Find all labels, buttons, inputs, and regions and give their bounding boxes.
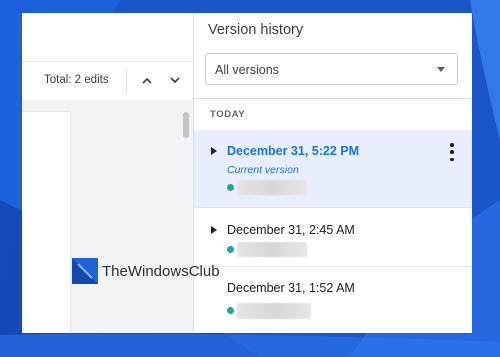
document-canvas (22, 100, 193, 333)
current-version-label: Current version (227, 164, 299, 176)
blurred-editor-name (237, 303, 311, 319)
section-label-today: TODAY (210, 109, 246, 120)
blurred-editor-name (237, 180, 307, 195)
chevron-down-icon (170, 76, 180, 83)
panel-divider (194, 98, 472, 99)
expand-arrow-icon[interactable] (209, 146, 219, 156)
version-item[interactable]: December 31, 2:45 AM (194, 207, 472, 267)
editor-color-dot (227, 246, 234, 253)
version-date: December 31, 2:45 AM (227, 223, 355, 237)
version-date: December 31, 1:52 AM (227, 281, 355, 295)
panel-title: Version history (208, 22, 304, 38)
document-pane: Total: 2 edits (22, 13, 193, 333)
previous-edit-button[interactable] (139, 72, 155, 88)
thewindowsclub-logo-icon (72, 258, 98, 284)
watermark-text: TheWindowsClub (102, 262, 220, 280)
version-date: December 31, 5:22 PM (227, 144, 360, 158)
version-item[interactable]: December 31, 1:52 AM (194, 266, 472, 333)
toolbar-divider (126, 70, 127, 92)
total-edits-label: Total: 2 edits (44, 74, 109, 86)
version-filter-value: All versions (215, 63, 279, 77)
version-history-panel: Version history All versions TODAY Decem… (193, 13, 472, 333)
chevron-up-icon (142, 77, 152, 84)
version-filter-dropdown[interactable]: All versions (205, 53, 458, 85)
docs-window: Total: 2 edits Version history All versi… (22, 13, 472, 333)
editor-color-dot (227, 184, 234, 191)
more-vert-icon (450, 143, 454, 147)
document-page (22, 112, 70, 333)
editor-color-dot (227, 307, 234, 314)
expand-arrow-icon[interactable] (209, 225, 219, 235)
watermark: TheWindowsClub (72, 258, 220, 284)
more-options-button[interactable] (447, 143, 457, 161)
next-edit-button[interactable] (167, 72, 183, 88)
edits-toolbar: Total: 2 edits (22, 61, 193, 101)
vertical-scrollbar-thumb[interactable] (183, 112, 189, 138)
version-item-current[interactable]: December 31, 5:22 PM Current version (194, 130, 472, 207)
blurred-editor-name (237, 242, 307, 257)
dropdown-caret-icon (437, 67, 445, 72)
